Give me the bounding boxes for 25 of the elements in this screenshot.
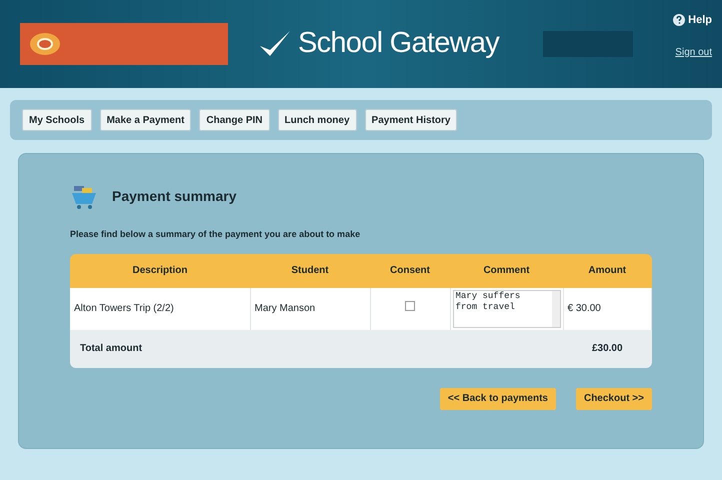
nav-button[interactable]: My Schools (22, 109, 92, 131)
help-icon[interactable] (673, 14, 686, 26)
table-cell: Alton Towers Trip (2/2) (70, 288, 250, 330)
sign-out-link[interactable]: Sign out (675, 44, 712, 60)
nav-button[interactable]: Change PIN (199, 109, 270, 131)
intro-text: Please find below a summary of the payment you are about to make (70, 228, 362, 241)
help-link[interactable]: Help (688, 12, 712, 28)
total-label: Total amount (80, 343, 142, 354)
consent-checkbox[interactable] (405, 301, 415, 311)
back-button[interactable]: << Back to payments (440, 388, 556, 410)
column-header: Amount (563, 254, 652, 288)
comment-field[interactable]: Mary suffers from travel (452, 290, 560, 328)
nav-button[interactable]: Payment History (364, 109, 458, 131)
nav-button[interactable]: Lunch money (278, 109, 357, 131)
nav-button[interactable]: Make a Payment (100, 109, 192, 131)
column-header: Student (250, 254, 370, 288)
total-amount: £30.00 (592, 343, 623, 354)
app-title: School Gateway (298, 26, 500, 62)
table-cell: Mary Manson (250, 288, 370, 330)
table-cell: € 30.00 (563, 288, 652, 330)
section-title: Payment summary (112, 186, 237, 206)
column-header: Comment (450, 254, 563, 288)
column-header: Consent (370, 254, 450, 288)
column-header: Description (70, 254, 250, 288)
checkout-button[interactable]: Checkout >> (576, 388, 652, 410)
